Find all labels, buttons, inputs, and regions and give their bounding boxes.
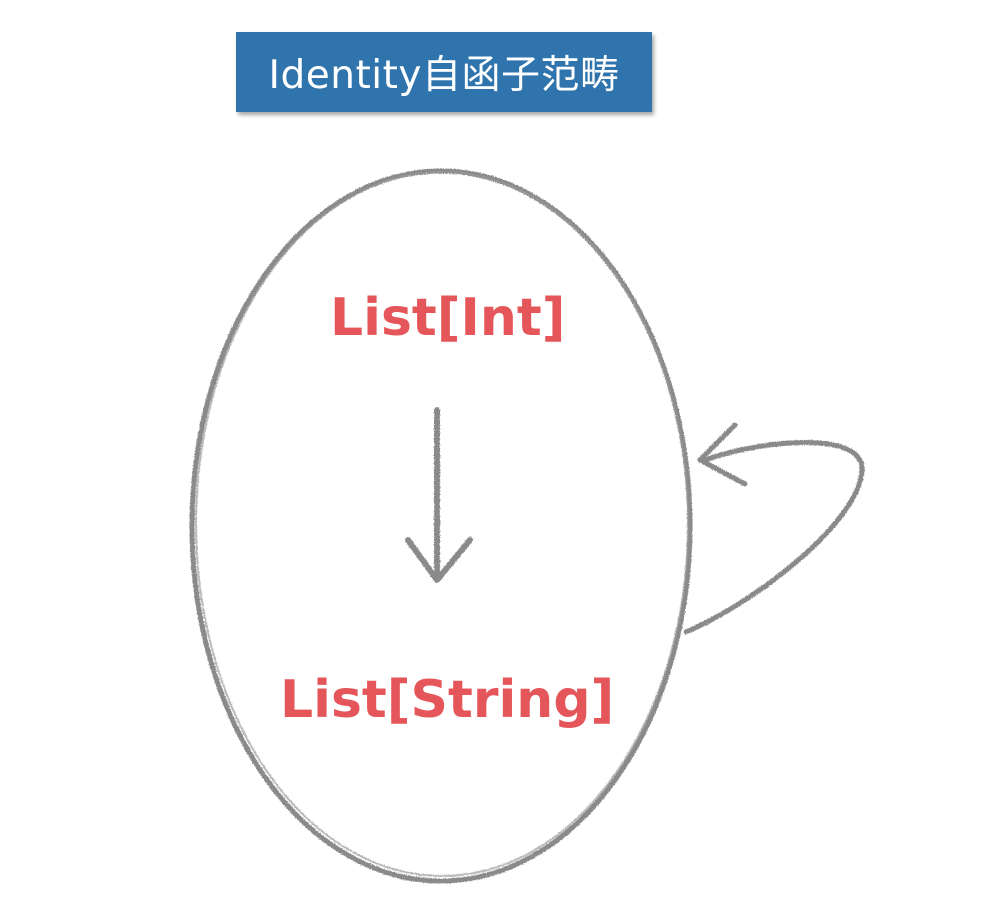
category-diagram — [189, 168, 865, 884]
identity-loop-arrow — [683, 422, 865, 635]
category-oval — [189, 168, 693, 884]
object-list-int: List[Int] — [330, 288, 566, 348]
morphism-arrow — [405, 407, 473, 583]
object-list-string: List[String] — [280, 670, 615, 730]
